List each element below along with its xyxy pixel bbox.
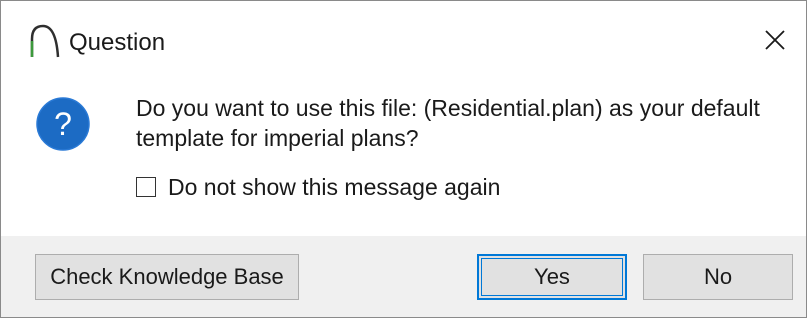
question-dialog: Question ? Do you want to use this file:… [0,0,807,318]
close-icon [764,29,786,56]
dialog-message: Do you want to use this file: (Residenti… [136,95,760,151]
close-button[interactable] [744,1,806,83]
do-not-show-again-checkbox[interactable] [136,177,156,197]
title-bar: Question [1,1,806,83]
dialog-body: ? Do you want to use this file: (Residen… [1,83,806,236]
do-not-show-again-option[interactable]: Do not show this message again [136,172,500,202]
check-knowledge-base-button[interactable]: Check Knowledge Base [35,254,299,300]
svg-text:?: ? [54,106,72,142]
no-button[interactable]: No [643,254,793,300]
button-bar: Check Knowledge Base Yes No [1,236,806,317]
window-title: Question [69,29,166,56]
arch-curve-icon [29,23,61,59]
yes-button[interactable]: Yes [477,254,627,300]
checkbox-label: Do not show this message again [168,174,501,200]
question-icon: ? [35,96,91,152]
